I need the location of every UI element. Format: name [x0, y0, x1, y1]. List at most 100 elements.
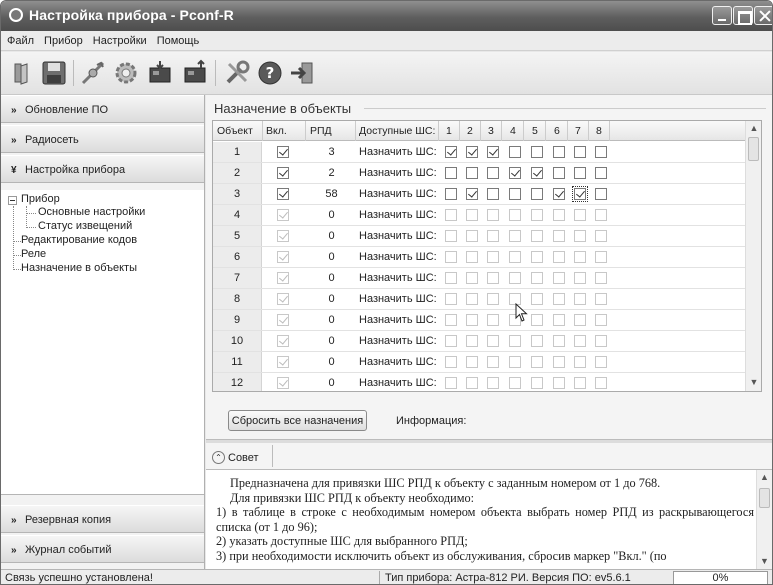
rpd-select[interactable]: 3 [308, 142, 355, 158]
table-row[interactable]: 3 58 Назначить ШС: [213, 184, 746, 205]
shs-checkbox[interactable] [509, 251, 521, 263]
enabled-checkbox[interactable] [277, 209, 289, 221]
enabled-checkbox[interactable] [277, 146, 289, 158]
table-scrollbar[interactable]: ▲ ▼ [745, 121, 761, 391]
minimize-button[interactable] [712, 6, 732, 25]
shs-checkbox[interactable] [531, 167, 543, 179]
tree-item-device[interactable]: Прибор [21, 193, 60, 205]
table-row[interactable]: 1 3 Назначить ШС: [213, 142, 746, 163]
shs-checkbox[interactable] [574, 146, 586, 158]
shs-checkbox[interactable] [445, 314, 457, 326]
shs-checkbox[interactable] [553, 230, 565, 242]
shs-checkbox[interactable] [487, 146, 499, 158]
shs-checkbox[interactable] [487, 335, 499, 347]
table-row[interactable]: 11 0 Назначить ШС: [213, 352, 746, 373]
shs-checkbox[interactable] [466, 377, 478, 389]
shs-checkbox[interactable] [531, 377, 543, 389]
shs-checkbox[interactable] [445, 335, 457, 347]
enabled-checkbox[interactable] [277, 272, 289, 284]
shs-checkbox[interactable] [509, 272, 521, 284]
title-bar[interactable]: Настройка прибора - Pconf-R [1, 1, 772, 31]
shs-checkbox[interactable] [553, 188, 565, 200]
shs-checkbox[interactable] [531, 314, 543, 326]
rpd-select[interactable]: 0 [308, 289, 355, 305]
shs-checkbox[interactable] [574, 230, 586, 242]
scroll-thumb[interactable] [759, 488, 770, 508]
shs-checkbox[interactable] [595, 230, 607, 242]
table-row[interactable]: 12 0 Назначить ШС: [213, 373, 746, 391]
scroll-down-icon[interactable]: ▼ [749, 377, 759, 387]
menu-help[interactable]: Помощь [151, 31, 204, 47]
shs-checkbox[interactable] [595, 167, 607, 179]
enabled-checkbox[interactable] [277, 293, 289, 305]
menu-device[interactable]: Прибор [38, 31, 87, 47]
shs-checkbox[interactable] [595, 314, 607, 326]
shs-checkbox[interactable] [553, 167, 565, 179]
shs-checkbox[interactable] [553, 377, 565, 389]
table-row[interactable]: 4 0 Назначить ШС: [213, 205, 746, 226]
nav-radio[interactable]: » Радиосеть [1, 125, 204, 153]
maximize-button[interactable] [733, 6, 753, 25]
shs-checkbox[interactable] [574, 356, 586, 368]
shs-checkbox[interactable] [574, 251, 586, 263]
enabled-checkbox[interactable] [277, 188, 289, 200]
enabled-checkbox[interactable] [277, 377, 289, 389]
rpd-select[interactable]: 2 [308, 163, 355, 179]
shs-checkbox[interactable] [574, 167, 586, 179]
reset-assignments-button[interactable]: Сбросить все назначения [228, 410, 367, 431]
shs-checkbox[interactable] [509, 230, 521, 242]
shs-checkbox[interactable] [595, 335, 607, 347]
shs-checkbox[interactable] [509, 377, 521, 389]
nav-update[interactable]: » Обновление ПО [1, 95, 204, 123]
scroll-up-icon[interactable]: ▲ [749, 123, 759, 133]
rpd-select[interactable]: 0 [308, 352, 355, 368]
help-icon[interactable]: ? [256, 59, 284, 87]
shs-checkbox[interactable] [445, 293, 457, 305]
shs-checkbox[interactable] [466, 209, 478, 221]
connect-icon[interactable] [79, 59, 107, 87]
shs-checkbox[interactable] [595, 209, 607, 221]
tree-item-relay[interactable]: Реле [21, 248, 46, 260]
tree-item-notification-status[interactable]: Статус извещений [38, 220, 132, 232]
shs-checkbox[interactable] [595, 293, 607, 305]
nav-backup[interactable]: » Резервная копия [1, 505, 204, 533]
shs-checkbox[interactable] [466, 230, 478, 242]
shs-checkbox[interactable] [531, 230, 543, 242]
enabled-checkbox[interactable] [277, 251, 289, 263]
shs-checkbox[interactable] [595, 377, 607, 389]
shs-checkbox[interactable] [595, 356, 607, 368]
shs-checkbox[interactable] [553, 146, 565, 158]
tree-item-object-assignment[interactable]: Назначение в объекты [21, 262, 137, 274]
shs-checkbox[interactable] [487, 314, 499, 326]
shs-checkbox[interactable] [595, 251, 607, 263]
shs-checkbox[interactable] [531, 335, 543, 347]
scroll-down-icon[interactable]: ▼ [760, 556, 769, 566]
tools-icon[interactable] [223, 59, 251, 87]
rpd-select[interactable]: 58 [308, 184, 355, 200]
close-button[interactable] [754, 6, 772, 25]
shs-checkbox[interactable] [531, 356, 543, 368]
pane-splitter[interactable] [206, 439, 772, 443]
shs-checkbox[interactable] [509, 146, 521, 158]
enabled-checkbox[interactable] [277, 314, 289, 326]
shs-checkbox[interactable] [509, 167, 521, 179]
shs-checkbox[interactable] [553, 209, 565, 221]
shs-checkbox[interactable] [553, 272, 565, 284]
shs-checkbox[interactable] [445, 251, 457, 263]
menu-file[interactable]: Файл [1, 31, 38, 47]
table-row[interactable]: 5 0 Назначить ШС: [213, 226, 746, 247]
tree-item-basic-settings[interactable]: Основные настройки [38, 206, 145, 218]
table-row[interactable]: 2 2 Назначить ШС: [213, 163, 746, 184]
table-row[interactable]: 10 0 Назначить ШС: [213, 331, 746, 352]
shs-checkbox[interactable] [487, 167, 499, 179]
shs-checkbox[interactable] [531, 209, 543, 221]
shs-checkbox[interactable] [595, 188, 607, 200]
save-icon[interactable] [40, 59, 68, 87]
read-device-icon[interactable] [146, 59, 174, 87]
shs-checkbox[interactable] [487, 251, 499, 263]
shs-checkbox[interactable] [553, 314, 565, 326]
collapse-up-icon[interactable]: ⌃ [212, 451, 225, 464]
shs-checkbox[interactable] [466, 188, 478, 200]
table-row[interactable]: 9 0 Назначить ШС: [213, 310, 746, 331]
shs-checkbox[interactable] [466, 272, 478, 284]
